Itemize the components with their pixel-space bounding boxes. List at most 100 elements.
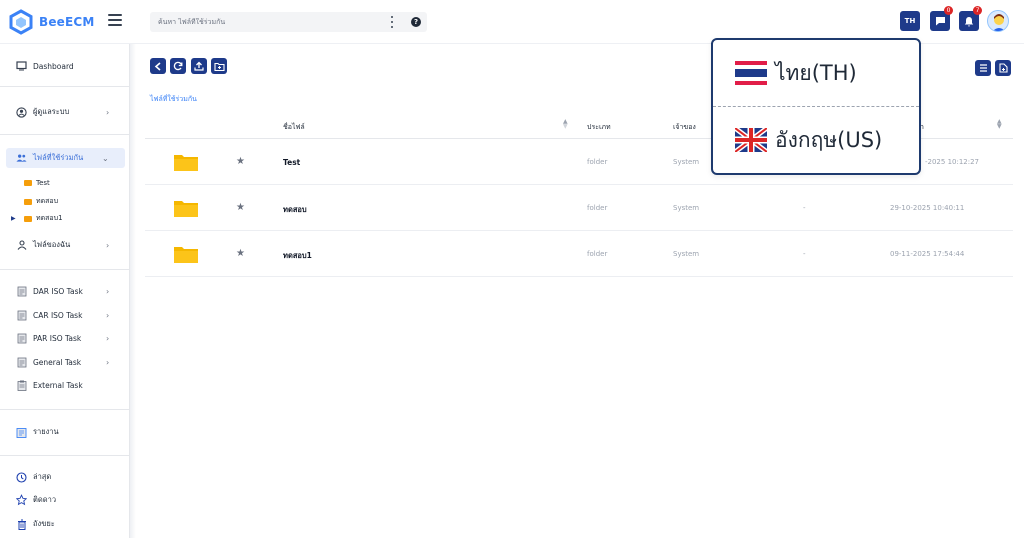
back-button[interactable] (150, 58, 166, 74)
user-circle-icon (16, 106, 27, 118)
star-icon[interactable]: ★ (236, 248, 245, 259)
task-document-icon (16, 333, 27, 344)
column-header-owner[interactable]: เจ้าของ (673, 122, 696, 133)
refresh-button[interactable] (170, 58, 186, 74)
clipboard-icon (16, 380, 27, 391)
sidebar-item-car-iso-task[interactable]: CAR ISO Task › (0, 305, 130, 325)
language-button[interactable]: TH (900, 11, 920, 31)
more-options-icon[interactable] (390, 16, 394, 28)
chevron-right-icon: › (106, 240, 110, 250)
sidebar-item-trash[interactable]: ถังขยะ (0, 514, 130, 534)
sidebar-item-label: Dashboard (33, 61, 74, 71)
language-option-label: อังกฤษ(US) (775, 127, 883, 152)
chevron-right-icon: › (106, 357, 110, 367)
sidebar-item-label: CAR ISO Task (33, 310, 83, 320)
chevron-right-icon: › (106, 107, 110, 117)
sidebar-item-starred[interactable]: ติดดาว (0, 490, 130, 510)
folder-icon (24, 198, 32, 205)
file-owner: System (673, 158, 700, 166)
sidebar-subitem-thodsob1[interactable]: ทดสอบ1 (24, 213, 63, 224)
messages-badge: 0 (944, 6, 953, 15)
sidebar-item-label: ถังขยะ (33, 519, 55, 528)
sidebar-item-recent[interactable]: ล่าสุด (0, 467, 130, 487)
sidebar-item-shared-files[interactable]: ไฟล์ที่ใช้ร่วมกัน ⌄ (6, 148, 125, 168)
sidebar-edge (130, 44, 136, 538)
chevron-right-icon: › (106, 310, 110, 320)
list-view-button[interactable] (975, 60, 991, 76)
caret-right-icon[interactable]: ▶ (11, 215, 16, 222)
sidebar-item-label: PAR ISO Task (33, 333, 82, 343)
upload-button[interactable] (191, 58, 207, 74)
sidebar-item-label: ผู้ดูแลระบบ (33, 107, 70, 116)
star-icon[interactable]: ★ (236, 156, 245, 167)
table-row[interactable]: ★ ทดสอบ1 folder System - 09-11-2025 17:5… (145, 231, 1013, 277)
menu-toggle-icon[interactable] (108, 14, 122, 26)
language-option-thai[interactable]: ไทย(TH) (713, 40, 919, 106)
file-size: - (803, 204, 806, 212)
breadcrumb[interactable]: ไฟล์ที่ใช้ร่วมกัน (150, 94, 197, 105)
sidebar-item-report[interactable]: รายงาน (0, 422, 130, 442)
sidebar-item-general-task[interactable]: General Task › (0, 352, 130, 372)
sidebar-divider (0, 86, 130, 87)
chevron-down-icon: ⌄ (102, 153, 109, 163)
sidebar-item-label: General Task (33, 357, 82, 367)
sidebar-divider (0, 409, 130, 410)
notifications-button[interactable]: 7 (959, 6, 982, 31)
file-size: - (803, 250, 806, 258)
file-date: 09-11-2025 17:54:44 (890, 250, 965, 258)
export-button[interactable] (995, 60, 1011, 76)
file-type: folder (587, 204, 608, 212)
sidebar-item-label: External Task (33, 380, 83, 390)
folder-icon (174, 201, 198, 217)
clock-icon (16, 471, 27, 483)
sidebar-subitem-thodsob[interactable]: ทดสอบ (24, 196, 58, 207)
sidebar: Dashboard ผู้ดูแลระบบ › ไฟล์ที่ใช้ร่วมกั… (0, 44, 130, 538)
file-name[interactable]: Test (283, 158, 300, 167)
report-icon (16, 427, 27, 438)
monitor-icon (16, 61, 27, 72)
sidebar-item-dar-iso-task[interactable]: DAR ISO Task › (0, 281, 130, 301)
sidebar-subitem-label: ทดสอบ1 (36, 214, 63, 222)
file-name[interactable]: ทดสอบ1 (283, 250, 312, 262)
search-input[interactable] (158, 18, 378, 26)
file-name[interactable]: ทดสอบ (283, 204, 307, 216)
language-option-english[interactable]: อังกฤษ(US) (713, 107, 919, 173)
user-avatar[interactable] (987, 10, 1009, 32)
sidebar-item-label: ล่าสุด (33, 472, 52, 481)
language-option-label: ไทย(TH) (775, 60, 857, 85)
star-icon[interactable]: ★ (236, 202, 245, 213)
column-header-type[interactable]: ประเภท (587, 122, 611, 133)
folder-icon (174, 155, 198, 171)
new-folder-button[interactable] (211, 58, 227, 74)
sidebar-item-par-iso-task[interactable]: PAR ISO Task › (0, 328, 130, 348)
file-date: -2025 10:12:27 (925, 158, 980, 166)
sidebar-item-admin[interactable]: ผู้ดูแลระบบ › (0, 102, 130, 122)
uk-flag-icon (735, 128, 767, 152)
sort-asc-icon[interactable]: ▲ ▼ (563, 119, 568, 130)
sidebar-subitem-label: ทดสอบ (36, 197, 59, 205)
help-icon[interactable]: ? (411, 17, 421, 27)
app-logo[interactable]: BeeECM (8, 9, 95, 35)
column-header-name[interactable]: ชื่อไฟล์ (283, 122, 305, 133)
trash-icon (16, 519, 27, 530)
file-type: folder (587, 250, 608, 258)
sidebar-item-external-task[interactable]: External Task (0, 375, 130, 395)
app-name: BeeECM (39, 15, 95, 29)
folder-icon (174, 247, 198, 263)
search-bar: ? (150, 12, 427, 32)
sidebar-subitem-test[interactable]: Test (24, 179, 50, 187)
file-owner: System (673, 250, 700, 258)
sidebar-item-label: ติดดาว (33, 495, 57, 504)
chevron-right-icon: › (106, 333, 110, 343)
sidebar-divider (0, 269, 130, 270)
user-icon (16, 240, 27, 251)
task-document-icon (16, 286, 27, 297)
sort-icon[interactable]: ▲ ▼ (997, 119, 1002, 130)
table-row[interactable]: ★ ทดสอบ folder System - 29-10-2025 10:40… (145, 185, 1013, 231)
folder-plus-icon (213, 62, 225, 71)
users-icon (16, 153, 27, 164)
messages-button[interactable]: 0 (930, 6, 953, 31)
sidebar-item-label: รายงาน (33, 427, 59, 436)
sidebar-item-dashboard[interactable]: Dashboard (0, 56, 130, 76)
sidebar-item-my-files[interactable]: ไฟล์ของฉัน › (0, 235, 130, 255)
